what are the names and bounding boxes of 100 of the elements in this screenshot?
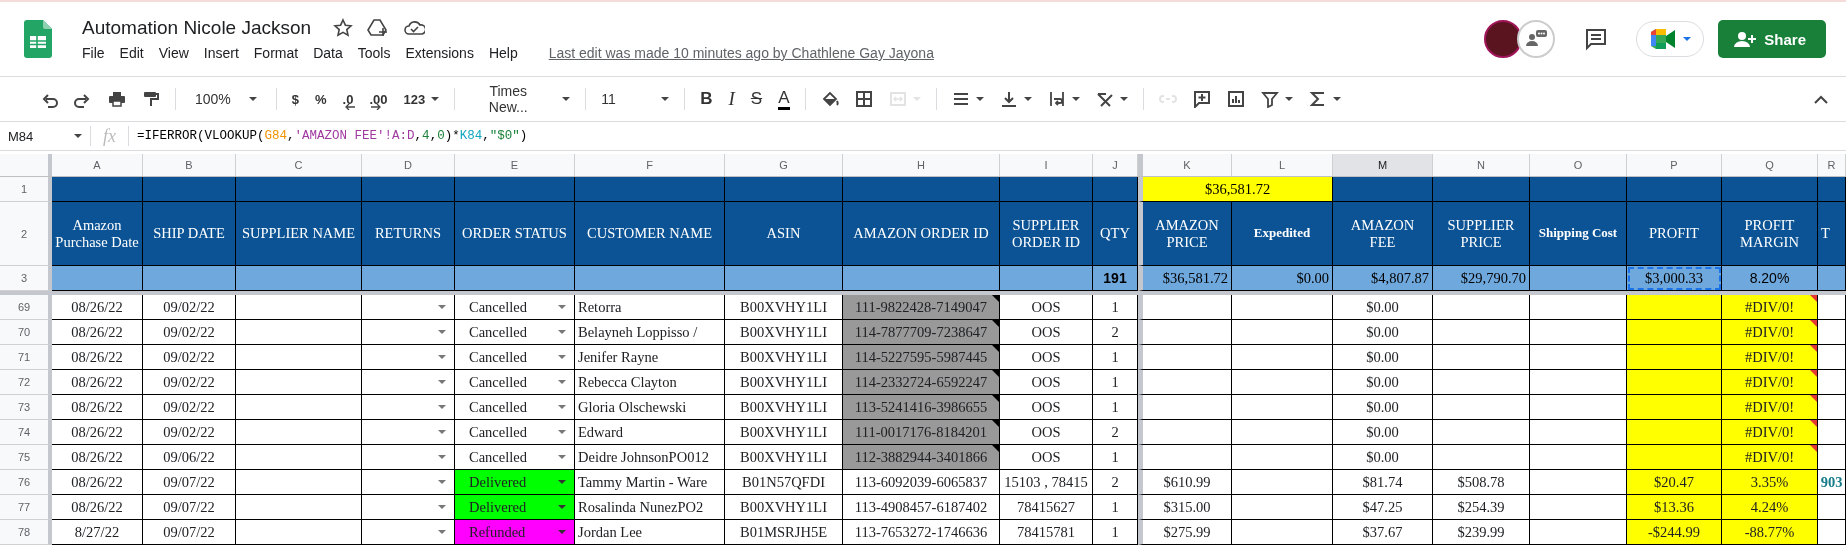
row-header[interactable]: 74 <box>0 420 52 445</box>
caret-icon <box>1023 97 1032 101</box>
table-cell: $0.00 <box>1333 445 1433 470</box>
name-box[interactable]: M84 <box>0 128 90 144</box>
column-header[interactable]: G <box>725 154 843 176</box>
cell-text: #DIV/0! <box>1744 348 1795 366</box>
column-header[interactable]: F <box>575 154 725 176</box>
status-dropdown[interactable]: Delivered <box>455 470 575 495</box>
column-header[interactable]: A <box>52 154 143 176</box>
dropdown-cell[interactable] <box>362 345 455 370</box>
row-header[interactable]: 78 <box>0 520 52 545</box>
menu-item[interactable]: Edit <box>119 45 144 61</box>
dropdown-cell[interactable] <box>362 445 455 470</box>
column-header[interactable]: Q <box>1722 154 1818 176</box>
dropdown-arrow-icon <box>558 380 566 384</box>
column-header[interactable]: I <box>1000 154 1093 176</box>
table-cell: OOS <box>1000 445 1093 470</box>
column-header[interactable]: J <box>1093 154 1138 176</box>
column-title: Shipping Cost <box>1530 202 1627 266</box>
status-dropdown[interactable]: Refunded <box>455 520 575 545</box>
dropdown-arrow-icon <box>438 530 446 534</box>
column-header[interactable]: P <box>1627 154 1722 176</box>
row-header[interactable]: 2 <box>0 202 52 266</box>
cell-text: 111-9822428-7149047 <box>855 298 987 316</box>
zoom-dropdown[interactable]: 100% <box>185 88 267 110</box>
column-header[interactable]: M <box>1333 154 1433 176</box>
row-header[interactable]: 76 <box>0 470 52 495</box>
status-dropdown[interactable]: Cancelled <box>455 395 575 420</box>
status-dropdown[interactable]: Delivered <box>455 495 575 520</box>
menu-item[interactable]: Data <box>313 45 343 61</box>
status-dropdown[interactable]: Cancelled <box>455 370 575 395</box>
dropdown-cell[interactable] <box>362 320 455 345</box>
totals-cell: $29,790.70 <box>1433 266 1530 291</box>
column-header[interactable]: O <box>1530 154 1627 176</box>
vertical-align-icon <box>999 90 1018 108</box>
table-cell: 1 <box>1093 345 1138 370</box>
dropdown-arrow-icon <box>558 455 566 459</box>
star-icon[interactable] <box>333 18 354 38</box>
font-dropdown[interactable]: Times New... <box>464 80 577 118</box>
dropdown-cell[interactable] <box>362 295 455 320</box>
column-header[interactable]: H <box>843 154 1000 176</box>
comment-icon[interactable] <box>1584 27 1609 51</box>
column-header[interactable]: D <box>362 154 455 176</box>
row-header[interactable]: 75 <box>0 445 52 470</box>
column-header[interactable]: R <box>1818 154 1846 176</box>
presence-icon[interactable] <box>1516 19 1557 59</box>
table-cell: 09/02/22 <box>143 370 236 395</box>
italic-button[interactable]: I <box>722 85 741 113</box>
row-header[interactable]: 73 <box>0 395 52 420</box>
row-header[interactable]: 71 <box>0 345 52 370</box>
drive-add-icon[interactable] <box>367 18 390 38</box>
row-header[interactable]: 72 <box>0 370 52 395</box>
dropdown-cell[interactable] <box>362 395 455 420</box>
status-dropdown[interactable]: Cancelled <box>455 320 575 345</box>
currency-format-button[interactable]: $ <box>285 88 306 110</box>
column-header[interactable]: B <box>143 154 236 176</box>
dropdown-cell[interactable] <box>362 370 455 395</box>
strikethrough-button[interactable]: S <box>744 86 769 112</box>
percent-format-button[interactable]: % <box>309 88 333 110</box>
table-cell: $0.00 <box>1333 420 1433 445</box>
table-cell: 15103 , 78415 <box>1000 470 1093 495</box>
row-header[interactable]: 77 <box>0 495 52 520</box>
increase-decimals-button[interactable]: .00 <box>363 88 394 110</box>
column-header[interactable]: E <box>455 154 575 176</box>
column-header[interactable]: C <box>236 154 362 176</box>
menu-item[interactable]: File <box>82 45 105 61</box>
cell-text: 114-5227595-5987445 <box>854 348 988 366</box>
menu-item[interactable]: Insert <box>203 45 239 61</box>
row-header[interactable]: 1 <box>0 177 52 202</box>
more-formats-dropdown[interactable]: 123 <box>397 88 446 110</box>
decrease-decimals-button[interactable]: .0 <box>336 88 360 110</box>
formula-text[interactable]: =IFERROR(VLOOKUP(G84,'AMAZON FEE'!A:D,4,0)*K84,"$0") <box>129 129 528 143</box>
row-header[interactable]: 70 <box>0 320 52 345</box>
share-button[interactable]: Share <box>1718 20 1826 58</box>
table-cell: $0.00 <box>1333 370 1433 395</box>
paint-roller-icon <box>142 90 160 108</box>
menu-item[interactable]: Format <box>253 45 299 61</box>
row-header[interactable]: 69 <box>0 295 52 320</box>
menu-item[interactable]: View <box>158 45 189 61</box>
column-header[interactable]: N <box>1433 154 1530 176</box>
text-color-button[interactable]: A <box>772 85 796 113</box>
chart-icon <box>1226 90 1245 108</box>
collapse-chevron-icon[interactable] <box>1814 94 1828 104</box>
caret-icon <box>975 97 984 101</box>
menu-item[interactable]: Tools <box>357 45 391 61</box>
last-edit-link[interactable]: Last edit was made 10 minutes ago by Chathlene Gay Jayona <box>548 45 934 61</box>
menu-item[interactable]: Extensions <box>405 45 474 61</box>
table-cell: B00XVHY1LI <box>725 495 843 520</box>
table-cell: $0.00 <box>1333 320 1433 345</box>
row-header[interactable]: 3 <box>0 266 52 291</box>
dropdown-cell[interactable] <box>362 420 455 445</box>
font-size-dropdown[interactable]: 11 <box>595 88 676 110</box>
bold-button[interactable]: B <box>694 86 719 112</box>
document-title[interactable]: Automation Nicole Jackson <box>82 17 312 39</box>
status-dropdown[interactable]: Cancelled <box>455 345 575 370</box>
table-cell: 1 <box>1093 495 1138 520</box>
status-dropdown[interactable]: Cancelled <box>455 295 575 320</box>
cloud-check-icon[interactable] <box>403 19 426 37</box>
menu-item[interactable]: Help <box>488 45 518 61</box>
status-dropdown[interactable]: Cancelled <box>455 420 575 445</box>
